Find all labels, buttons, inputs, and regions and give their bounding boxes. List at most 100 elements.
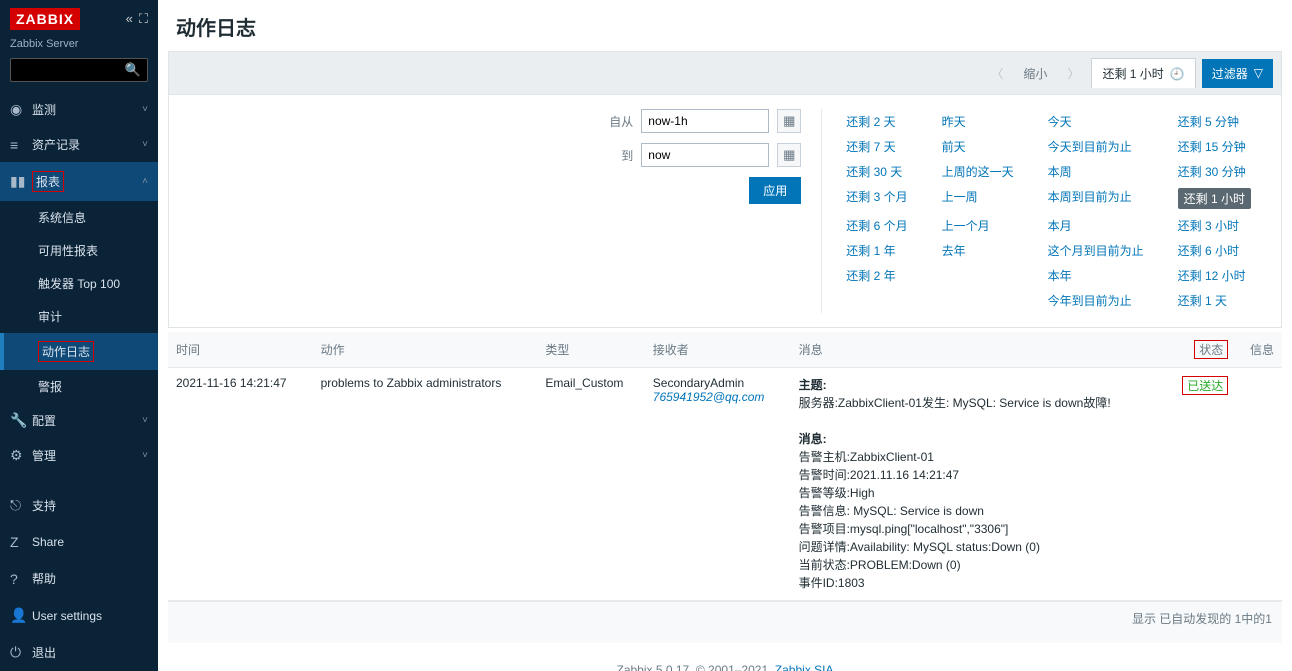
main-content: 动作日志 〈 缩小 〉 还剩 1 小时 🕘 过滤器 ▽ 自从 bbox=[158, 0, 1292, 671]
collapse-icon[interactable]: « bbox=[126, 11, 133, 27]
quick-time-link[interactable]: 还剩 1 年 bbox=[846, 244, 895, 258]
table-row[interactable]: 2021-11-16 14:21:47problems to Zabbix ad… bbox=[168, 368, 1282, 601]
server-name: Zabbix Server bbox=[0, 38, 158, 58]
cell-message: 主题:服务器:ZabbixClient-01发生: MySQL: Service… bbox=[791, 368, 1166, 601]
table-body: 2021-11-16 14:21:47problems to Zabbix ad… bbox=[168, 368, 1282, 601]
footer-icon: ? bbox=[10, 571, 32, 587]
col-header[interactable]: 接收者 bbox=[645, 332, 791, 368]
table-header-row: 时间动作类型接收者消息状态信息 bbox=[168, 332, 1282, 368]
col-header[interactable]: 状态 bbox=[1165, 332, 1236, 368]
time-range-tab[interactable]: 还剩 1 小时 🕘 bbox=[1091, 58, 1195, 88]
quick-time-link[interactable]: 今天 bbox=[1048, 115, 1072, 129]
col-header[interactable]: 动作 bbox=[313, 332, 538, 368]
from-input[interactable] bbox=[641, 109, 769, 133]
footer-item-退出[interactable]: ⏻退出 bbox=[0, 634, 158, 671]
sidebar-header: ZABBIX « ⛶ bbox=[0, 0, 158, 38]
nav-item-监测[interactable]: ◉监测˅ bbox=[0, 92, 158, 127]
footer-label: 退出 bbox=[32, 644, 148, 661]
quick-time-link[interactable]: 本周到目前为止 bbox=[1048, 190, 1132, 204]
to-calendar-icon[interactable]: ▦ bbox=[777, 143, 801, 167]
filter-button[interactable]: 过滤器 ▽ bbox=[1202, 59, 1273, 88]
chevron-down-icon: ˅ bbox=[142, 415, 148, 426]
apply-button[interactable]: 应用 bbox=[749, 177, 801, 204]
quick-time-link[interactable]: 还剩 2 年 bbox=[846, 269, 895, 283]
sub-item-可用性报表[interactable]: 可用性报表 bbox=[0, 234, 158, 267]
col-header[interactable]: 时间 bbox=[168, 332, 313, 368]
quick-time-link[interactable]: 还剩 5 分钟 bbox=[1178, 115, 1239, 129]
from-calendar-icon[interactable]: ▦ bbox=[777, 109, 801, 133]
quick-time-link[interactable]: 上一周 bbox=[942, 190, 978, 204]
quick-time-link[interactable]: 还剩 30 天 bbox=[846, 165, 902, 179]
nav-item-资产记录[interactable]: ≡资产记录˅ bbox=[0, 127, 158, 162]
quick-time-link[interactable]: 前天 bbox=[942, 140, 966, 154]
filter-icon: ▽ bbox=[1254, 66, 1263, 80]
footer-item-帮助[interactable]: ?帮助 bbox=[0, 560, 158, 597]
quick-time-link[interactable]: 还剩 30 分钟 bbox=[1178, 165, 1246, 179]
quick-time-selected[interactable]: 还剩 1 小时 bbox=[1178, 188, 1251, 209]
col-header[interactable]: 消息 bbox=[791, 332, 1166, 368]
footer-item-Share[interactable]: ZShare bbox=[0, 524, 158, 560]
quick-time-link[interactable]: 还剩 6 小时 bbox=[1178, 244, 1239, 258]
filter-label: 过滤器 bbox=[1212, 65, 1248, 82]
quick-time-link[interactable]: 还剩 7 天 bbox=[846, 140, 895, 154]
quick-time-grid: 还剩 2 天 昨天 今天 还剩 5 分钟还剩 7 天 前天 今天到目前为止 还剩 15 分钟… bbox=[822, 109, 1271, 313]
search-input[interactable] bbox=[11, 59, 119, 81]
quick-time-link[interactable]: 本周 bbox=[1048, 165, 1072, 179]
quick-time-link[interactable]: 上一个月 bbox=[942, 219, 990, 233]
nav-label: 资产记录 bbox=[32, 136, 142, 153]
zoom-out-button[interactable]: 缩小 bbox=[1015, 61, 1055, 86]
status-badge: 已送达 bbox=[1182, 376, 1228, 395]
cell-recipient: SecondaryAdmin765941952@qq.com bbox=[645, 368, 791, 601]
to-row: 到 ▦ bbox=[605, 143, 801, 167]
quick-time-link[interactable]: 本月 bbox=[1048, 219, 1072, 233]
sub-item-触发器 Top 100[interactable]: 触发器 Top 100 bbox=[0, 267, 158, 300]
nav-item-报表[interactable]: ▮▮报表˄ bbox=[0, 162, 158, 201]
cell-time: 2021-11-16 14:21:47 bbox=[168, 368, 313, 601]
time-next-icon[interactable]: 〉 bbox=[1061, 65, 1085, 82]
nav-item-管理[interactable]: ⚙管理˅ bbox=[0, 438, 158, 473]
quick-time-link[interactable]: 还剩 3 个月 bbox=[846, 190, 907, 204]
time-range-label: 还剩 1 小时 bbox=[1102, 65, 1163, 82]
footer-link[interactable]: Zabbix SIA bbox=[775, 663, 834, 671]
quick-time-link[interactable]: 还剩 2 天 bbox=[846, 115, 895, 129]
quick-time-link[interactable]: 还剩 15 分钟 bbox=[1178, 140, 1246, 154]
quick-time-link[interactable]: 今年到目前为止 bbox=[1048, 294, 1132, 308]
fullscreen-icon[interactable]: ⛶ bbox=[139, 11, 148, 27]
sub-item-动作日志[interactable]: 动作日志 bbox=[0, 333, 158, 370]
footer-label: User settings bbox=[32, 609, 148, 623]
sub-item-警报[interactable]: 警报 bbox=[0, 370, 158, 403]
nav-label: 管理 bbox=[32, 447, 142, 464]
col-header[interactable]: 类型 bbox=[537, 332, 644, 368]
sub-item-审计[interactable]: 审计 bbox=[0, 300, 158, 333]
quick-time-link[interactable]: 今天到目前为止 bbox=[1048, 140, 1132, 154]
cell-type: Email_Custom bbox=[537, 368, 644, 601]
cell-info bbox=[1236, 368, 1282, 601]
quick-time-link[interactable]: 还剩 1 天 bbox=[1178, 294, 1227, 308]
quick-time-link[interactable]: 还剩 6 个月 bbox=[846, 219, 907, 233]
footer-label: 帮助 bbox=[32, 570, 148, 587]
search-icon[interactable]: 🔍 bbox=[119, 62, 147, 78]
page-footer: Zabbix 5.0.17. © 2001–2021, Zabbix SIA bbox=[158, 643, 1292, 671]
quick-time-link[interactable]: 去年 bbox=[942, 244, 966, 258]
quick-time-link[interactable]: 上周的这一天 bbox=[942, 165, 1014, 179]
time-prev-icon[interactable]: 〈 bbox=[985, 65, 1009, 82]
quick-time-link[interactable]: 昨天 bbox=[942, 115, 966, 129]
search-box[interactable]: 🔍 bbox=[10, 58, 148, 82]
nav-icon: ⚙ bbox=[10, 447, 32, 464]
footer-label: Share bbox=[32, 535, 148, 549]
nav-submenu: 系统信息可用性报表触发器 Top 100审计动作日志警报 bbox=[0, 201, 158, 403]
nav-item-配置[interactable]: 🔧配置˅ bbox=[0, 403, 158, 438]
quick-time-link[interactable]: 还剩 12 小时 bbox=[1178, 269, 1246, 283]
footer-item-User settings[interactable]: 👤User settings bbox=[0, 597, 158, 634]
footer-item-支持[interactable]: ⎋支持 bbox=[0, 487, 158, 524]
sub-item-系统信息[interactable]: 系统信息 bbox=[0, 201, 158, 234]
logo[interactable]: ZABBIX bbox=[10, 8, 80, 30]
quick-time-link[interactable]: 这个月到目前为止 bbox=[1048, 244, 1144, 258]
col-header[interactable]: 信息 bbox=[1236, 332, 1282, 368]
quick-time-link[interactable]: 本年 bbox=[1048, 269, 1072, 283]
to-label: 到 bbox=[605, 147, 633, 164]
message-block: 主题:服务器:ZabbixClient-01发生: MySQL: Service… bbox=[799, 376, 1158, 592]
quick-time-link[interactable]: 还剩 3 小时 bbox=[1178, 219, 1239, 233]
to-input[interactable] bbox=[641, 143, 769, 167]
filter-top: 〈 缩小 〉 还剩 1 小时 🕘 过滤器 ▽ bbox=[169, 52, 1281, 95]
